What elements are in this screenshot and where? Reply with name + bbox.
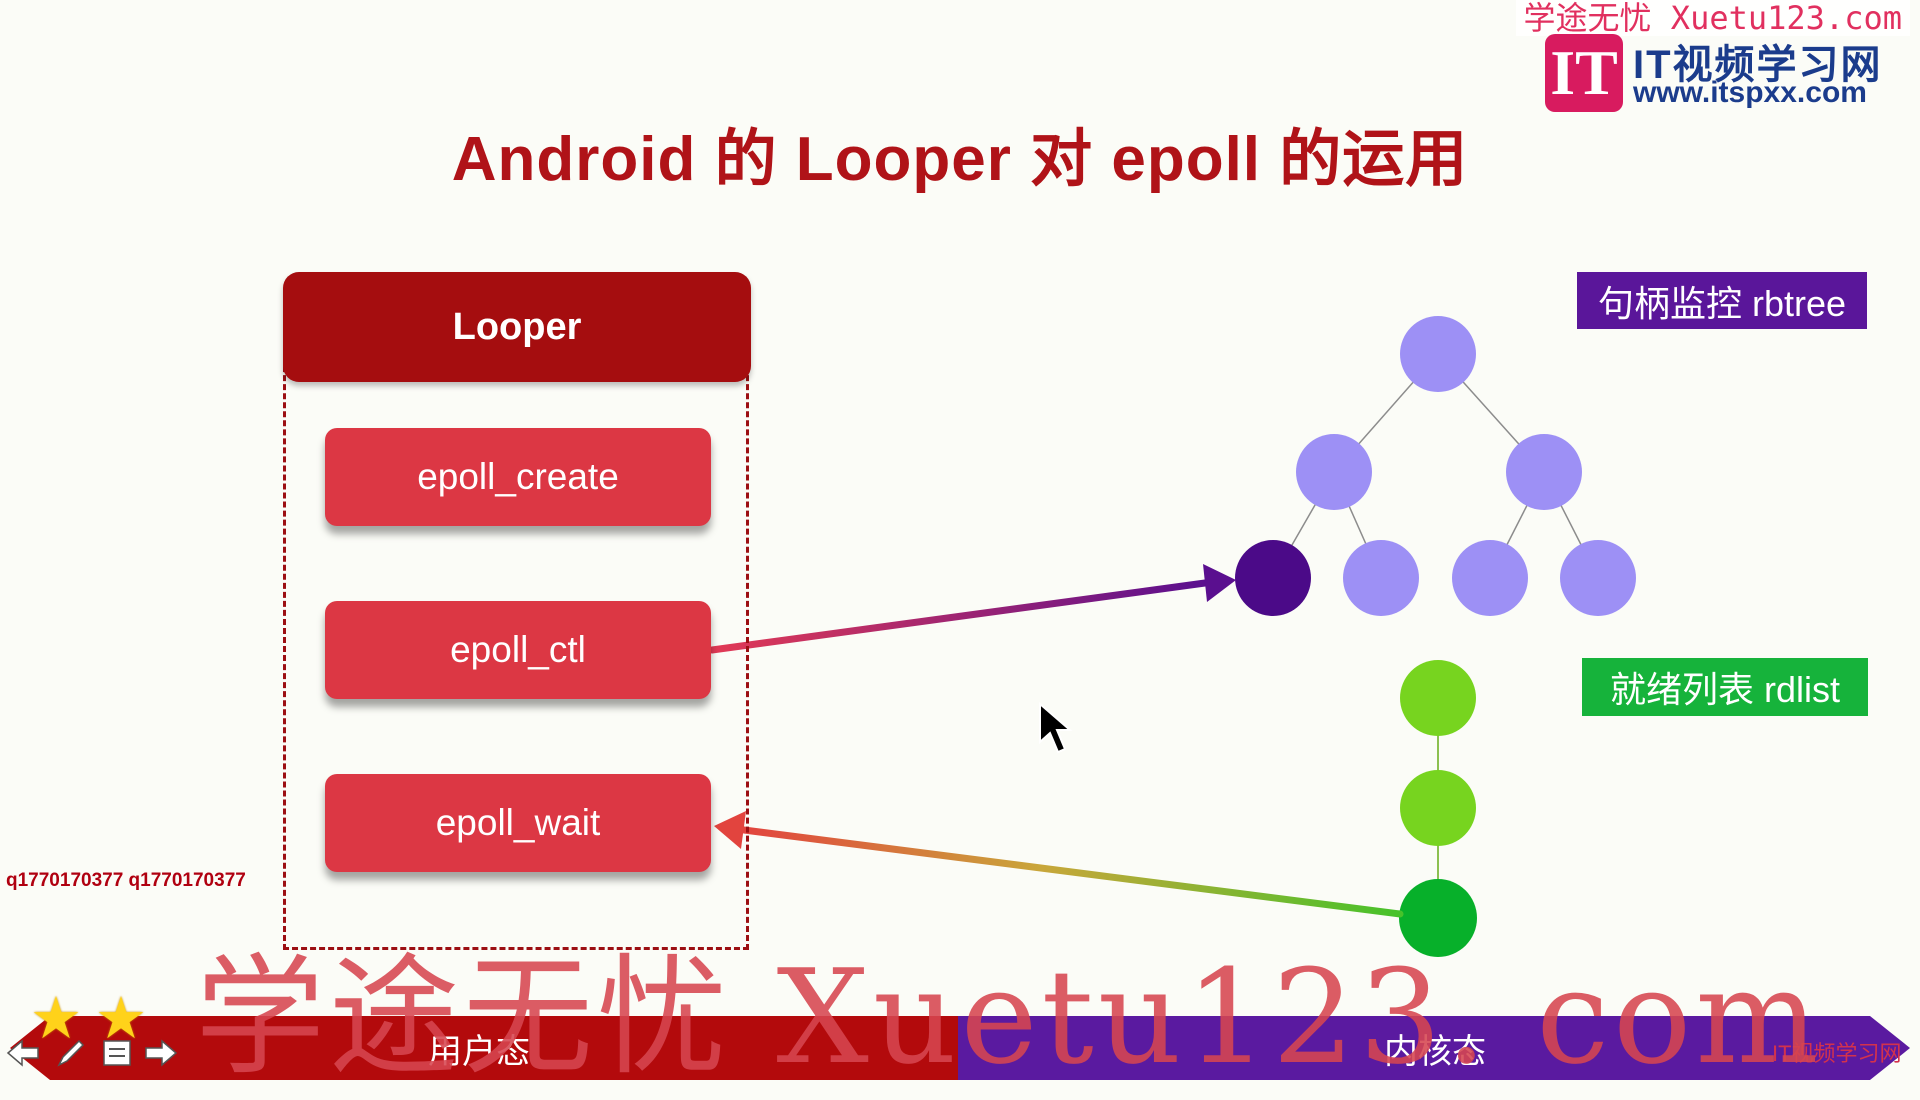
arrow-ctl-to-rbtree bbox=[708, 564, 1236, 654]
looper-header: Looper bbox=[283, 272, 751, 382]
rbtree-node bbox=[1560, 540, 1636, 616]
rdlist-tag: 就绪列表 rdlist bbox=[1582, 658, 1868, 716]
rdlist-node bbox=[1400, 770, 1476, 846]
mouse-pointer-icon bbox=[1038, 701, 1074, 761]
rdlist-node bbox=[1400, 660, 1476, 736]
rbtree-node bbox=[1296, 434, 1372, 510]
arrow-rdlist-to-wait bbox=[714, 811, 1404, 918]
next-arrow-icon[interactable] bbox=[142, 1034, 180, 1072]
qq-watermark: q1770170377 q1770170377 bbox=[6, 870, 246, 891]
rbtree-node bbox=[1452, 540, 1528, 616]
pen-icon[interactable] bbox=[52, 1034, 90, 1072]
rbtree-tag: 句柄监控 rbtree bbox=[1577, 272, 1867, 329]
rbtree-node-selected bbox=[1235, 540, 1311, 616]
rbtree-node bbox=[1343, 540, 1419, 616]
rbtree-node bbox=[1506, 434, 1582, 510]
center-watermark: 学途无忧 Xuetu123. com bbox=[195, 941, 1823, 1093]
epoll-wait-box: epoll_wait bbox=[325, 774, 711, 872]
menu-icon[interactable] bbox=[98, 1034, 136, 1072]
epoll-create-box: epoll_create bbox=[325, 428, 711, 526]
rbtree-node bbox=[1400, 316, 1476, 392]
prev-arrow-icon[interactable] bbox=[4, 1034, 42, 1072]
epoll-ctl-box: epoll_ctl bbox=[325, 601, 711, 699]
